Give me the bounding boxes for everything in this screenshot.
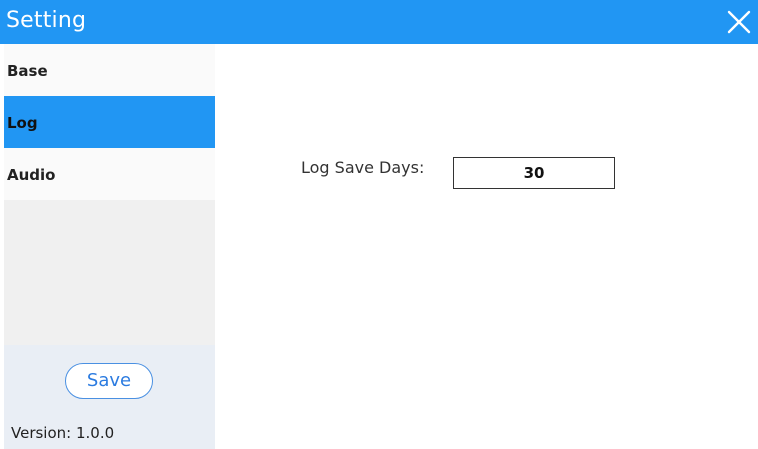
- log-save-days-input[interactable]: [453, 157, 615, 189]
- sidebar-item-base[interactable]: Base: [4, 44, 215, 96]
- close-icon: [727, 10, 751, 34]
- settings-window: Setting Base Log Audio Save Version: 1.0…: [0, 0, 758, 449]
- sidebar-item-log[interactable]: Log: [4, 96, 215, 148]
- sidebar-item-label: Log: [7, 114, 38, 132]
- title-bar: Setting: [0, 0, 758, 44]
- log-save-days-label: Log Save Days:: [301, 158, 425, 177]
- sidebar-item-audio[interactable]: Audio: [4, 148, 215, 200]
- sidebar-item-label: Base: [7, 62, 48, 80]
- version-text: Version: 1.0.0: [11, 424, 115, 442]
- close-button[interactable]: [726, 9, 752, 35]
- save-button[interactable]: Save: [65, 363, 153, 399]
- sidebar-footer: Save Version: 1.0.0: [4, 345, 215, 449]
- log-settings-panel: Log Save Days:: [215, 44, 758, 449]
- sidebar-item-label: Audio: [7, 166, 56, 184]
- window-title: Setting: [6, 8, 87, 33]
- sidebar: Base Log Audio Save Version: 1.0.0: [4, 44, 215, 449]
